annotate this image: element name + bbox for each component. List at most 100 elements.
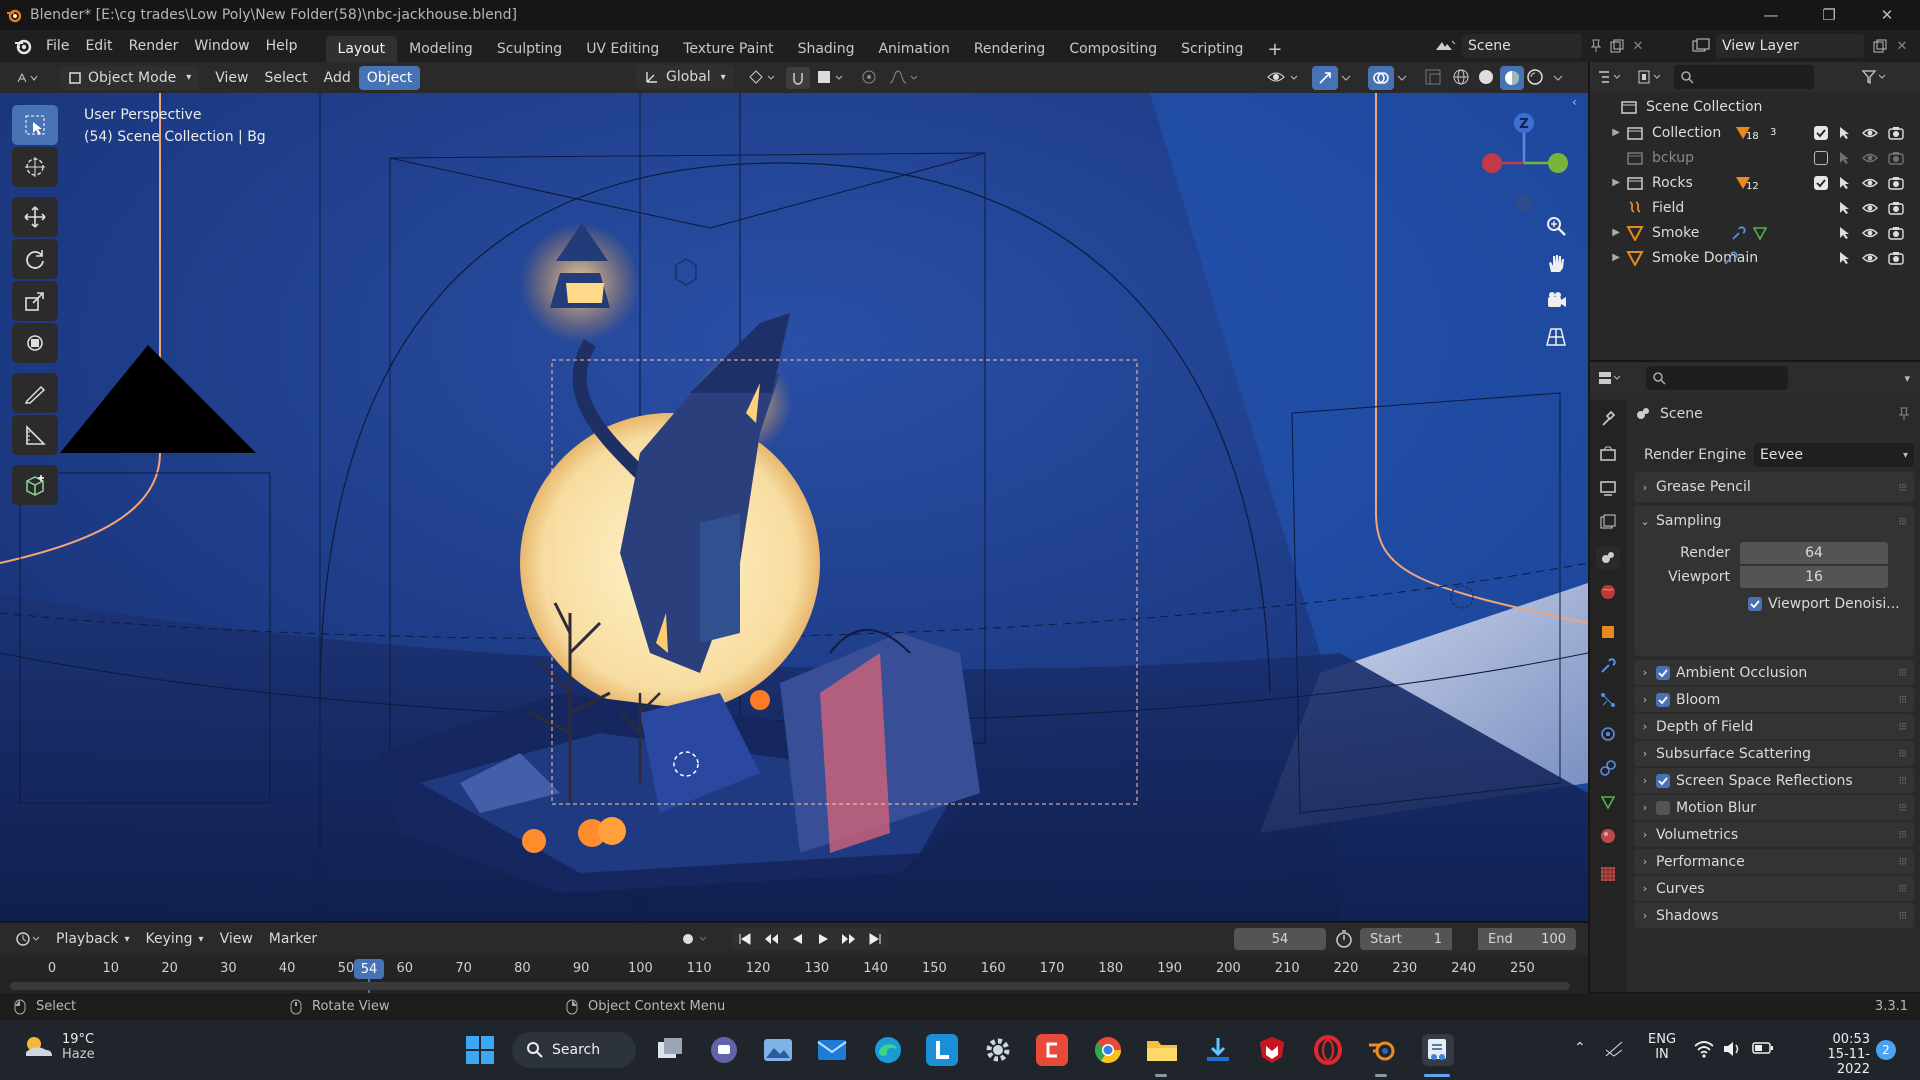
timeline-scrollbar[interactable] <box>10 982 1570 990</box>
tab-scripting[interactable]: Scripting <box>1169 36 1255 62</box>
drag-handle-icon[interactable]: ⁝⁝⁝ <box>1899 693 1907 706</box>
language-indicator[interactable]: ENG IN <box>1648 1032 1676 1062</box>
tab-world[interactable] <box>1596 580 1620 604</box>
filter-icon[interactable] <box>1854 69 1894 85</box>
drag-handle-icon[interactable]: ⁝⁝⁝ <box>1899 855 1907 868</box>
snap-icon[interactable] <box>786 67 810 89</box>
panel-screen-space-reflections[interactable]: › Screen Space Reflections ⁝⁝⁝ <box>1634 768 1914 793</box>
view-layer-field[interactable]: View Layer <box>1716 34 1864 58</box>
material-preview-shading-icon[interactable] <box>1500 66 1524 90</box>
transform-orientation-dropdown[interactable]: Global ▾ <box>636 65 734 89</box>
tab-output[interactable] <box>1596 476 1620 500</box>
panel-curves[interactable]: › Curves ⁝⁝⁝ <box>1634 876 1914 901</box>
outliner-item[interactable]: ▶ Rocks 12 <box>1590 170 1920 195</box>
selectable-arrow-icon[interactable] <box>1838 176 1852 190</box>
view-layer-icon[interactable] <box>1686 38 1716 54</box>
wifi-icon[interactable] <box>1694 1040 1714 1058</box>
eye-icon[interactable] <box>1862 227 1878 239</box>
transform-tool[interactable] <box>12 323 58 363</box>
l-app-icon[interactable] <box>926 1034 958 1066</box>
render-camera-icon[interactable] <box>1888 201 1904 215</box>
eye-icon[interactable] <box>1862 127 1878 139</box>
outliner-item[interactable]: ▶ Smoke <box>1590 220 1920 245</box>
menu-help[interactable]: Help <box>258 33 306 59</box>
settings-gear-icon[interactable] <box>982 1034 1014 1066</box>
tab-rendering[interactable]: Rendering <box>962 36 1058 62</box>
tab-modifiers[interactable] <box>1596 654 1620 678</box>
menu-view[interactable]: View <box>207 66 256 90</box>
stopwatch-icon[interactable] <box>1334 929 1354 949</box>
tab-uv-editing[interactable]: UV Editing <box>574 36 671 62</box>
outliner-item[interactable]: bckup <box>1590 145 1920 170</box>
marker-menu[interactable]: Marker <box>261 927 325 951</box>
editor-type-icon[interactable] <box>8 70 48 86</box>
close-button[interactable]: ✕ <box>1858 0 1916 30</box>
tab-render[interactable] <box>1596 442 1620 466</box>
expand-arrow-icon[interactable]: ▶ <box>1590 177 1626 188</box>
checkbox-checked-icon[interactable] <box>1656 692 1670 707</box>
eye-icon[interactable] <box>1862 152 1878 164</box>
rendered-shading-icon[interactable] <box>1526 68 1544 86</box>
proportional-edit-icon[interactable] <box>860 68 878 86</box>
weather-widget[interactable]: 19°C Haze <box>22 1032 95 1062</box>
navigation-gizmo[interactable]: Z <box>1476 105 1572 211</box>
current-frame-field[interactable]: 54 <box>1234 928 1326 950</box>
scene-name-field[interactable]: Scene <box>1462 34 1582 58</box>
snap-target-icon[interactable] <box>816 68 846 86</box>
menu-file[interactable]: File <box>38 33 77 59</box>
keying-menu[interactable]: Keying ▾ <box>138 927 212 951</box>
tab-compositing[interactable]: Compositing <box>1057 36 1169 62</box>
outliner-row-scene-collection[interactable]: Scene Collection <box>1590 94 1920 119</box>
sampling-header[interactable]: ⌄ Sampling ⁝⁝⁝ <box>1634 506 1914 536</box>
tab-layout[interactable]: Layout <box>325 36 398 62</box>
add-cube-tool[interactable] <box>12 465 58 505</box>
sidebar-toggle-icon[interactable]: ‹ <box>1572 95 1577 109</box>
rotate-tool[interactable] <box>12 239 58 279</box>
drag-handle-icon[interactable]: ⁝⁝⁝ <box>1899 828 1907 841</box>
checkbox-checked-icon[interactable] <box>1656 665 1670 680</box>
drag-handle-icon[interactable]: ⁝⁝⁝ <box>1899 515 1907 528</box>
clock[interactable]: 00:53 15-11-2022 <box>1796 1032 1870 1077</box>
minimize-button[interactable]: — <box>1742 0 1800 30</box>
render-camera-icon[interactable] <box>1888 226 1904 240</box>
new-scene-icon[interactable] <box>1606 39 1628 53</box>
battery-icon[interactable] <box>1752 1041 1774 1055</box>
chevron-down-icon[interactable] <box>1552 68 1564 86</box>
eye-icon[interactable] <box>1862 252 1878 264</box>
visibility-dropdown-icon[interactable] <box>1266 68 1300 86</box>
menu-object[interactable]: Object <box>358 65 421 90</box>
snipping-tool-icon[interactable] <box>1422 1034 1454 1066</box>
checkbox-unchecked-icon[interactable] <box>1656 800 1670 815</box>
start-frame-field[interactable]: Start 1 <box>1360 928 1452 950</box>
zoom-view-button[interactable] <box>1539 209 1573 243</box>
pin-icon[interactable] <box>1898 407 1910 421</box>
new-view-layer-icon[interactable] <box>1868 39 1892 53</box>
xray-toggle-icon[interactable] <box>1424 68 1442 86</box>
scene-icon[interactable] <box>1428 38 1462 54</box>
camera-view-button[interactable] <box>1539 283 1573 317</box>
tab-texture-paint[interactable]: Texture Paint <box>671 36 785 62</box>
panel-subsurface-scattering[interactable]: › Subsurface Scattering ⁝⁝⁝ <box>1634 741 1914 766</box>
measure-tool[interactable] <box>12 415 58 455</box>
chevron-down-icon[interactable]: ▾ <box>1904 372 1910 385</box>
tab-constraints[interactable] <box>1596 756 1620 780</box>
expand-arrow-icon[interactable]: ▶ <box>1590 252 1626 263</box>
3d-viewport[interactable]: User Perspective (54) Scene Collection |… <box>0 93 1588 921</box>
taskbar-search[interactable]: Search <box>512 1032 636 1068</box>
download-app-icon[interactable] <box>1202 1034 1234 1066</box>
jump-start-icon[interactable] <box>732 932 758 946</box>
end-frame-field[interactable]: End 100 <box>1478 928 1576 950</box>
render-camera-icon[interactable] <box>1888 151 1904 165</box>
tab-scene[interactable] <box>1596 546 1620 570</box>
selectable-arrow-icon[interactable] <box>1838 226 1852 240</box>
selectable-arrow-icon[interactable] <box>1838 126 1852 140</box>
play-reverse-icon[interactable] <box>784 932 810 946</box>
drag-handle-icon[interactable]: ⁝⁝⁝ <box>1899 747 1907 760</box>
record-keyframe-icon[interactable] <box>676 929 710 949</box>
mcafee-shield-icon[interactable] <box>1256 1034 1288 1066</box>
drag-handle-icon[interactable]: ⁝⁝⁝ <box>1899 801 1907 814</box>
tab-material[interactable] <box>1596 824 1620 848</box>
tab-object[interactable] <box>1596 620 1620 644</box>
jump-keyframe-forward-icon[interactable] <box>836 932 862 946</box>
drag-handle-icon[interactable]: ⁝⁝⁝ <box>1899 720 1907 733</box>
